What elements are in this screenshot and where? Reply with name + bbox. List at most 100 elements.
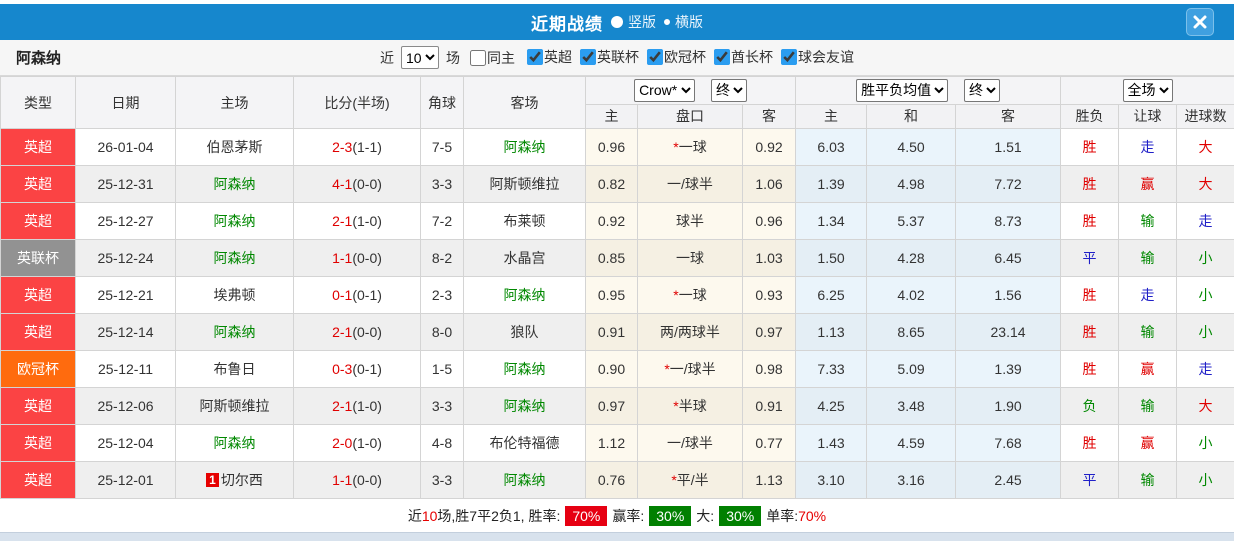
result-goals: 小 <box>1177 462 1234 499</box>
away-team: 阿森纳 <box>464 388 586 425</box>
handicap-line: *平/半 <box>638 462 743 499</box>
competition-badge: 英超 <box>1 388 76 425</box>
match-date: 25-12-24 <box>76 240 176 277</box>
handicap-odds-away: 1.13 <box>743 462 796 499</box>
score: 1-1(0-0) <box>294 462 421 499</box>
competition-label: 英联杯 <box>597 47 639 67</box>
handicap-odds-away: 0.91 <box>743 388 796 425</box>
result-wdl: 胜 <box>1061 203 1119 240</box>
home-team: 阿森纳 <box>176 425 294 462</box>
away-team: 阿森纳 <box>464 351 586 388</box>
away-team: 狼队 <box>464 314 586 351</box>
away-team: 布伦特福德 <box>464 425 586 462</box>
match-count-select[interactable]: 10 <box>401 46 439 69</box>
result-goals: 小 <box>1177 425 1234 462</box>
col-handicap: 盘口 <box>638 104 743 128</box>
competition-checkbox-input[interactable] <box>527 49 543 65</box>
avg-draw-odds: 4.02 <box>867 277 956 314</box>
result-goals: 小 <box>1177 240 1234 277</box>
handicap-odds-away: 0.98 <box>743 351 796 388</box>
competition-checkbox-input[interactable] <box>781 49 797 65</box>
view-option-vertical-label: 竖版 <box>628 12 656 32</box>
avg-win-odds: 6.03 <box>796 129 867 166</box>
competition-badge: 英超 <box>1 314 76 351</box>
match-date: 25-12-31 <box>76 166 176 203</box>
handicap-line: *半球 <box>638 388 743 425</box>
result-handicap: 走 <box>1119 129 1177 166</box>
score: 0-1(0-1) <box>294 277 421 314</box>
away-team: 阿斯顿维拉 <box>464 166 586 203</box>
view-option-horizontal-label: 横版 <box>675 12 703 32</box>
competition-label: 欧冠杯 <box>664 47 706 67</box>
odds-company-select[interactable]: Crow* <box>634 79 695 102</box>
competition-checkbox[interactable]: 英超 <box>519 47 572 67</box>
avg-odds-select[interactable]: 胜平负均值 <box>856 79 948 102</box>
home-team: 阿森纳 <box>176 203 294 240</box>
radio-selected-icon <box>611 16 623 28</box>
handicap-odds-home: 0.82 <box>586 166 638 203</box>
win-rate-badge: 70% <box>565 506 607 526</box>
games-label: 场 <box>446 48 460 68</box>
result-goals: 小 <box>1177 277 1234 314</box>
result-wdl: 胜 <box>1061 166 1119 203</box>
col-result-wdl: 胜负 <box>1061 104 1119 128</box>
result-wdl: 胜 <box>1061 314 1119 351</box>
handicap-line: 球半 <box>638 203 743 240</box>
result-wdl: 胜 <box>1061 129 1119 166</box>
score: 2-3(1-1) <box>294 129 421 166</box>
competition-checkbox[interactable]: 球会友谊 <box>773 47 854 67</box>
avg-lose-odds: 1.56 <box>956 277 1061 314</box>
handicap-odds-away: 0.77 <box>743 425 796 462</box>
match-row: 英超25-12-21埃弗顿0-1(0-1)2-3阿森纳0.95*一球0.936.… <box>1 277 1234 314</box>
handicap-odds-away: 0.96 <box>743 203 796 240</box>
match-row: 英超25-12-04阿森纳2-0(1-0)4-8布伦特福德1.12一/球半0.7… <box>1 425 1234 462</box>
same-home-input[interactable] <box>470 50 486 66</box>
avg-lose-odds: 6.45 <box>956 240 1061 277</box>
match-date: 26-01-04 <box>76 129 176 166</box>
competition-badge: 英超 <box>1 203 76 240</box>
handicap-odds-home: 1.12 <box>586 425 638 462</box>
view-option-vertical[interactable]: 竖版 <box>611 12 656 32</box>
handicap-odds-away: 0.93 <box>743 277 796 314</box>
competition-badge: 欧冠杯 <box>1 351 76 388</box>
result-handicap: 输 <box>1119 462 1177 499</box>
match-date: 25-12-11 <box>76 351 176 388</box>
result-goals: 大 <box>1177 129 1234 166</box>
result-handicap: 输 <box>1119 240 1177 277</box>
avg-draw-odds: 4.28 <box>867 240 956 277</box>
competition-checkbox-input[interactable] <box>714 49 730 65</box>
result-handicap: 输 <box>1119 203 1177 240</box>
view-option-horizontal[interactable]: 横版 <box>664 12 703 32</box>
same-home-label: 同主 <box>487 48 515 68</box>
avg-draw-odds: 3.16 <box>867 462 956 499</box>
col-score: 比分(半场) <box>294 77 421 129</box>
scope-select[interactable]: 全场 <box>1123 79 1173 102</box>
bottom-strip <box>0 532 1234 541</box>
result-handicap: 赢 <box>1119 166 1177 203</box>
close-button[interactable] <box>1186 8 1214 36</box>
odds-time-select-2[interactable]: 终 <box>964 79 1000 102</box>
avg-draw-odds: 5.37 <box>867 203 956 240</box>
competition-checkbox[interactable]: 酋长杯 <box>706 47 773 67</box>
handicap-odds-home: 0.90 <box>586 351 638 388</box>
scope-group: 全场 <box>1061 77 1234 105</box>
home-team: 布鲁日 <box>176 351 294 388</box>
competition-badge: 英超 <box>1 129 76 166</box>
filters: 近 10 场 同主 英超英联杯欧冠杯酋长杯球会友谊 <box>380 46 854 69</box>
avg-draw-odds: 4.59 <box>867 425 956 462</box>
away-team: 布莱顿 <box>464 203 586 240</box>
avg-lose-odds: 7.72 <box>956 166 1061 203</box>
handicap-odds-away: 1.03 <box>743 240 796 277</box>
corners: 7-5 <box>421 129 464 166</box>
big-rate-badge: 30% <box>719 506 761 526</box>
competition-checkbox[interactable]: 欧冠杯 <box>639 47 706 67</box>
competition-checkbox-input[interactable] <box>647 49 663 65</box>
single-rate: 单率:70% <box>766 506 826 526</box>
competition-checkbox[interactable]: 英联杯 <box>572 47 639 67</box>
competition-checkbox-input[interactable] <box>580 49 596 65</box>
score: 2-1(0-0) <box>294 314 421 351</box>
same-home-checkbox[interactable]: 同主 <box>464 48 515 68</box>
odds-time-select-1[interactable]: 终 <box>711 79 747 102</box>
result-goals: 小 <box>1177 314 1234 351</box>
handicap-odds-away: 1.06 <box>743 166 796 203</box>
